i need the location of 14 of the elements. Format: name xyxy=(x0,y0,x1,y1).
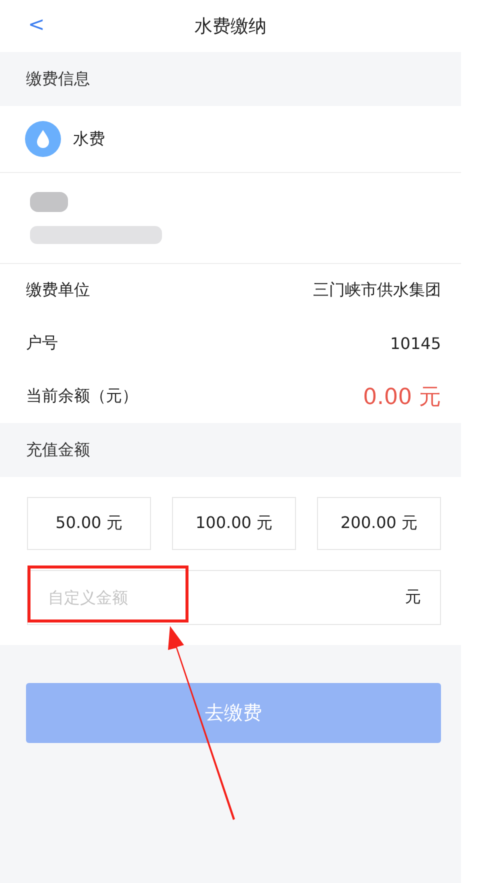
amount-option[interactable]: 200.00 元 xyxy=(317,497,441,550)
unit-label: 元 xyxy=(405,587,421,608)
amount-option[interactable]: 100.00 元 xyxy=(172,497,296,550)
detail-value: 10145 xyxy=(390,334,441,353)
detail-value: 三门峡市供水集团 xyxy=(313,280,441,301)
detail-label: 户号 xyxy=(26,333,58,354)
back-button[interactable]: < xyxy=(22,12,51,36)
detail-value: 0.00 元 xyxy=(363,384,441,412)
water-drop-icon xyxy=(25,121,61,157)
detail-label: 缴费单位 xyxy=(26,280,90,301)
bill-type-label: 水费 xyxy=(73,128,105,150)
page-title: 水费缴纳 xyxy=(194,15,266,38)
detail-label: 当前余额（元） xyxy=(26,386,138,407)
amount-option[interactable]: 50.00 元 xyxy=(27,497,151,550)
